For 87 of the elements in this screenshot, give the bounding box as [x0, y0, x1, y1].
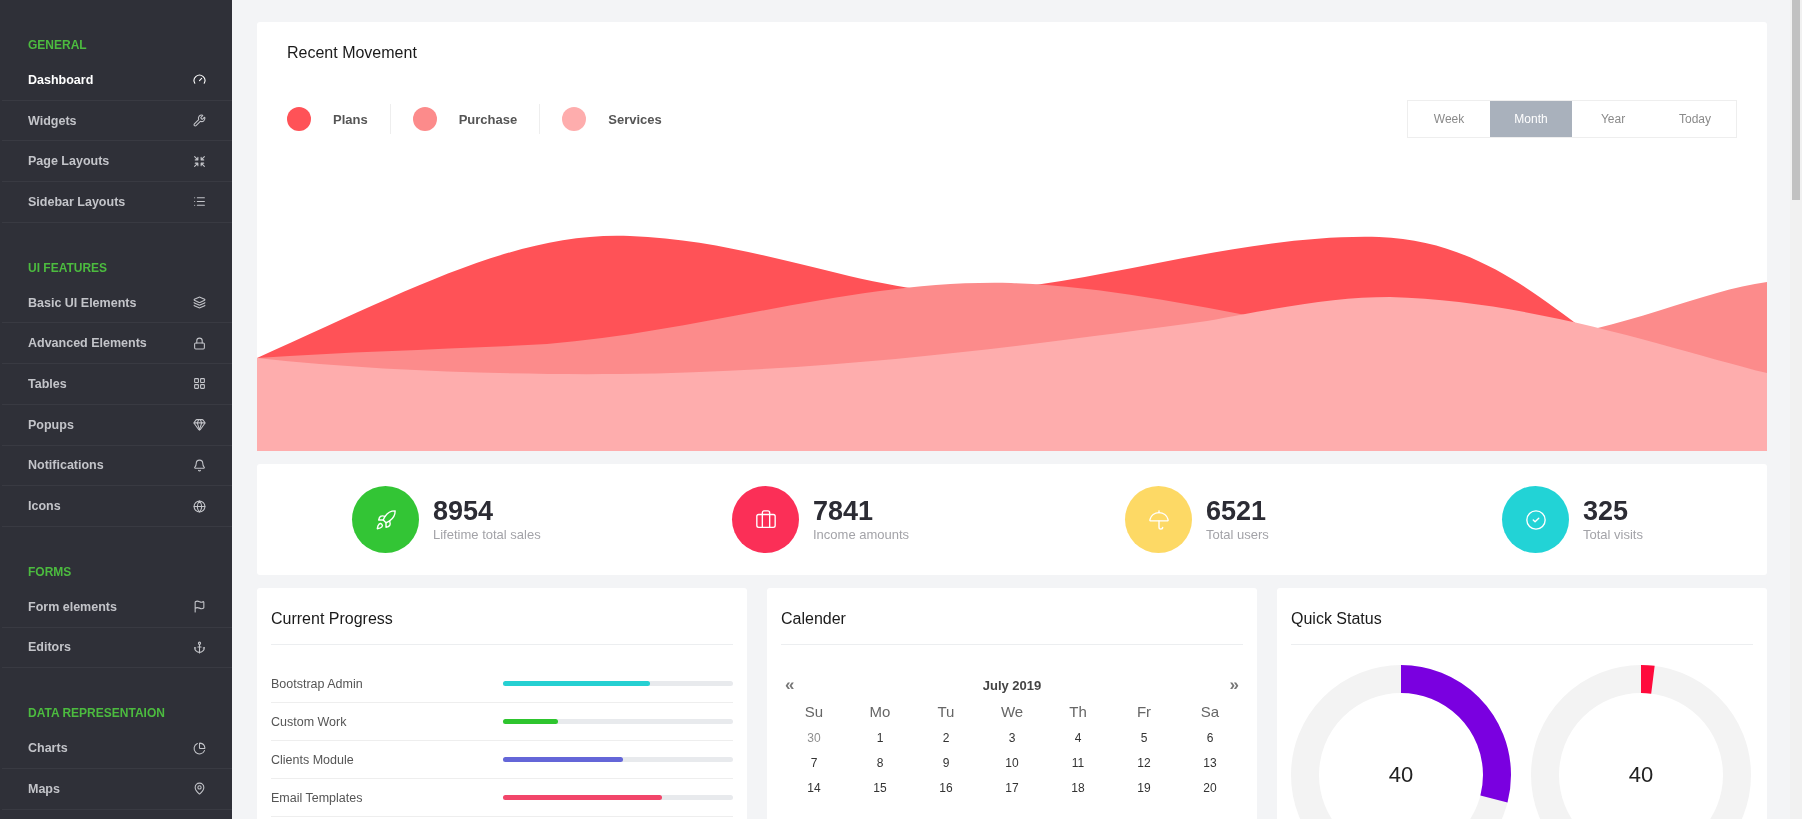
- calendar-day[interactable]: 3: [1008, 731, 1016, 745]
- section-title: UI FEATURES: [27, 259, 109, 277]
- weekday-label: Su: [804, 703, 824, 720]
- calendar-day[interactable]: 11: [1071, 756, 1085, 770]
- sidebar-item[interactable]: Tables: [2, 364, 232, 405]
- legend-label: Purchase: [458, 111, 518, 127]
- stat-value: 6521: [1206, 497, 1268, 527]
- gem-icon: [193, 418, 206, 432]
- calendar-day[interactable]: 17: [1005, 781, 1019, 795]
- progress-label: Email Templates: [271, 790, 364, 805]
- calendar-day[interactable]: 10: [1005, 756, 1019, 770]
- calendar-day[interactable]: 2: [942, 731, 950, 745]
- flag-icon: [193, 600, 206, 614]
- calendar-day[interactable]: 8: [876, 756, 884, 770]
- sidebar-item[interactable]: Maps: [2, 768, 232, 810]
- sidebar-item[interactable]: Form elements: [2, 586, 232, 628]
- weekday-label: Fr: [1136, 703, 1152, 720]
- sidebar-item[interactable]: Icons: [2, 486, 232, 527]
- stat-value: 8954: [433, 497, 495, 527]
- progress-label: Bootstrap Admin: [271, 676, 364, 691]
- calendar-day[interactable]: 4: [1074, 731, 1082, 745]
- previous-month-button[interactable]: «: [785, 675, 795, 695]
- section-title: DATA REPRESENTAION: [27, 705, 166, 723]
- progress-label: Clients Module: [271, 752, 355, 767]
- section-title: FORMS: [27, 563, 73, 581]
- progress-label: Custom Work: [271, 714, 348, 729]
- sidebar-item[interactable]: Page Layouts: [2, 141, 232, 183]
- stat-value: 7841: [813, 497, 875, 527]
- globe-icon: [193, 499, 206, 513]
- card-title: Recent Movement: [287, 44, 418, 62]
- calendar-day[interactable]: 15: [873, 781, 887, 795]
- calendar-day[interactable]: 7: [810, 756, 818, 770]
- weekday-label: Tu: [937, 703, 955, 720]
- stat-label: Total users: [1206, 526, 1269, 542]
- gauge-value: 40: [1628, 762, 1654, 788]
- calendar-day[interactable]: 6: [1206, 731, 1214, 745]
- gauge-value: 40: [1388, 762, 1414, 788]
- sidebar-item[interactable]: Charts: [2, 728, 232, 769]
- sidebar-item[interactable]: Editors: [2, 627, 232, 669]
- calendar-day[interactable]: 19: [1137, 781, 1151, 795]
- calendar-day[interactable]: 20: [1203, 781, 1217, 795]
- shrink-icon: [193, 154, 206, 168]
- card-title: Current Progress: [271, 610, 394, 628]
- card-title: Quick Status: [1291, 610, 1383, 628]
- calendar-day[interactable]: 18: [1071, 781, 1085, 795]
- calendar-day[interactable]: 16: [939, 781, 953, 795]
- rocket-icon: [374, 508, 397, 531]
- calendar-day[interactable]: 5: [1140, 731, 1148, 745]
- weekday-label: Sa: [1200, 703, 1220, 720]
- legend-label: Plans: [333, 111, 368, 127]
- anchor-icon: [193, 640, 206, 654]
- wrench-icon: [193, 114, 206, 128]
- month-label: July 2019: [982, 677, 1042, 693]
- scrollbar[interactable]: [1790, 0, 1802, 819]
- grid-icon: [193, 377, 206, 391]
- stat-label: Total visits: [1583, 526, 1643, 542]
- next-month-button[interactable]: »: [1229, 675, 1239, 695]
- calendar-day[interactable]: 1: [876, 731, 884, 745]
- list-icon: [193, 195, 206, 209]
- calendar-day[interactable]: 9: [942, 756, 950, 770]
- stat-label: Income amounts: [813, 526, 910, 542]
- calendar-day[interactable]: 13: [1203, 756, 1217, 770]
- umbrella-icon: [1147, 508, 1170, 531]
- weekday-label: We: [1000, 703, 1024, 720]
- sidebar-item[interactable]: Widgets: [2, 100, 232, 142]
- lock-icon: [193, 336, 206, 350]
- calendar-day[interactable]: 14: [807, 781, 821, 795]
- stat-label: Lifetime total sales: [433, 526, 541, 542]
- sidebar-item[interactable]: Sidebar Layouts: [2, 182, 232, 223]
- weekday-label: Th: [1069, 703, 1087, 720]
- sidebar-item[interactable]: Popups: [2, 404, 232, 446]
- calendar-day[interactable]: 12: [1137, 756, 1151, 770]
- weekday-label: Mo: [869, 703, 891, 720]
- check-circle-icon: [1524, 508, 1547, 531]
- sidebar-item[interactable]: Basic UI Elements: [2, 282, 232, 324]
- pie-chart-icon: [193, 741, 206, 755]
- sidebar-item[interactable]: Notifications: [2, 445, 232, 487]
- layers-icon: [193, 296, 206, 310]
- card-title: Calender: [781, 610, 847, 628]
- legend-label: Services: [608, 111, 662, 127]
- gauge-icon: [193, 73, 206, 87]
- bell-icon: [193, 458, 206, 472]
- stat-value: 325: [1583, 497, 1630, 527]
- section-title: GENERAL: [27, 37, 88, 54]
- briefcase-icon: [754, 508, 777, 531]
- map-pin-icon: [193, 782, 206, 796]
- sidebar-item[interactable]: Advanced Elements: [2, 323, 232, 365]
